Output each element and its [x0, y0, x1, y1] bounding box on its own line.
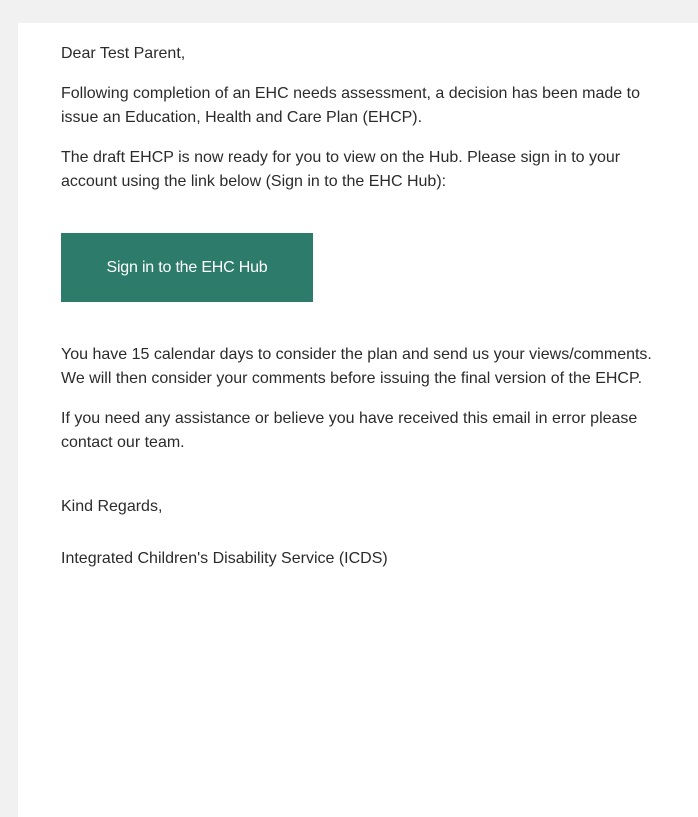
- sign-in-button[interactable]: Sign in to the EHC Hub: [61, 233, 313, 302]
- signature: Integrated Children's Disability Service…: [61, 550, 388, 567]
- review-period-paragraph: You have 15 calendar days to consider th…: [61, 346, 652, 387]
- signoff: Kind Regards,: [61, 498, 163, 515]
- decision-paragraph: Following completion of an EHC needs ass…: [61, 85, 640, 126]
- email-body: Dear Test Parent, Following completion o…: [18, 23, 698, 817]
- greeting: Dear Test Parent,: [61, 45, 186, 62]
- cta-container: Sign in to the EHC Hub: [61, 233, 655, 302]
- help-paragraph: If you need any assistance or believe yo…: [61, 410, 638, 451]
- draft-ready-paragraph: The draft EHCP is now ready for you to v…: [61, 149, 621, 190]
